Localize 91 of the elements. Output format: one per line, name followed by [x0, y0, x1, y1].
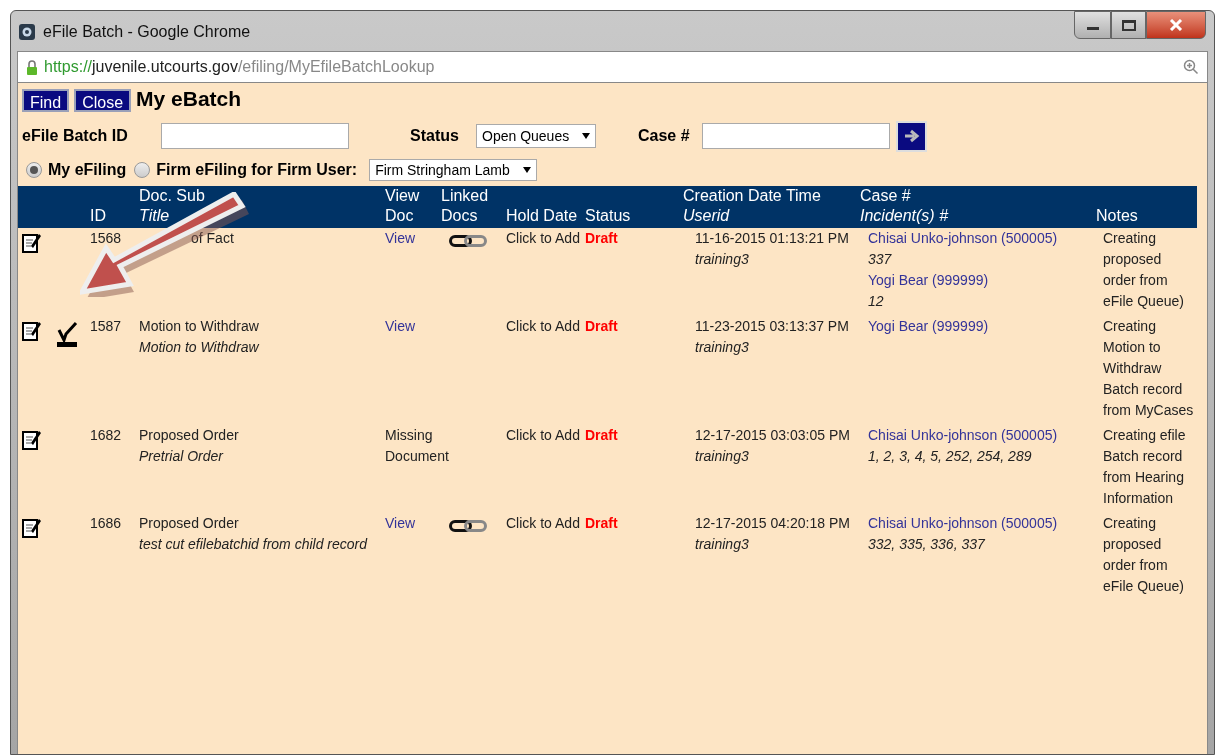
field-label: Status	[410, 126, 460, 146]
status-text: Draft	[585, 427, 618, 443]
radio-label: My eFiling	[48, 160, 127, 180]
doc-subtype: Proposed Order	[139, 427, 239, 443]
chain-link-icon[interactable]	[449, 520, 487, 532]
arrow-right-icon	[903, 129, 920, 143]
zoom-icon[interactable]	[1183, 59, 1199, 75]
id-cell: 1682	[90, 427, 122, 443]
firm-dropdown[interactable]: Firm Stringham Lamb	[369, 159, 538, 181]
hold-date-link[interactable]: Click to Add	[506, 427, 580, 443]
incidents: 1, 2, 3, 4, 5, 252, 254, 289	[868, 447, 1033, 466]
maximize-button[interactable]	[1111, 11, 1146, 39]
column-subheading: Incident(s) #	[860, 206, 950, 226]
hold-date-link[interactable]: Click to Add	[506, 230, 580, 246]
doc-subtype: Motion to Withdraw	[139, 318, 259, 334]
column-heading: Linked	[441, 186, 490, 206]
status-dropdown[interactable]: Open Queues	[476, 124, 596, 148]
case-link[interactable]: Chisai Unko-johnson (500005)	[868, 515, 1058, 531]
incidents: 332, 335, 336, 337	[868, 535, 986, 554]
radio-label: Firm eFiling for Firm User:	[156, 160, 358, 180]
case-link[interactable]: Chisai Unko-johnson (500005)	[868, 427, 1058, 443]
hold-date-link[interactable]: Click to Add	[506, 318, 580, 334]
column-subheading: Hold Date	[506, 206, 579, 226]
go-button[interactable]	[896, 120, 927, 152]
view-link[interactable]: View	[385, 515, 416, 531]
case-number-field[interactable]	[702, 123, 890, 149]
column-heading: View	[385, 186, 421, 206]
browser-logo-icon	[19, 24, 35, 40]
status-text: Draft	[585, 318, 618, 334]
radio-button[interactable]	[134, 162, 151, 178]
view-link[interactable]: View	[385, 318, 416, 334]
notes-text: Creating proposed order from eFile Queue)	[1103, 229, 1185, 311]
userid: training3	[695, 447, 750, 466]
chain-link-icon[interactable]	[449, 235, 487, 247]
status-text: Draft	[585, 515, 618, 531]
case-link[interactable]: Chisai Unko-johnson (500005)	[868, 230, 1058, 246]
userid: training3	[695, 338, 750, 357]
incidents: 12	[868, 292, 885, 311]
edit-document-icon[interactable]	[22, 232, 42, 254]
edit-document-icon[interactable]	[22, 429, 42, 451]
case-link[interactable]: Yogi Bear (999999)	[868, 272, 989, 288]
incidents: 337	[868, 250, 893, 269]
close-icon	[1169, 19, 1183, 31]
column-subheading: Notes	[1096, 206, 1139, 226]
column-subheading: Status	[585, 206, 632, 226]
doc-subtype: of Fact	[191, 230, 234, 246]
toolbar-button[interactable]: Close	[74, 89, 132, 112]
radio-button[interactable]	[26, 162, 42, 178]
column-heading: Case #	[860, 186, 912, 206]
field-label: eFile Batch ID	[22, 126, 129, 146]
notes-text: Creating Motion to Withdraw Batch record from MyCases	[1103, 317, 1195, 420]
caret-icon	[582, 133, 590, 139]
view-link[interactable]: View	[385, 230, 416, 246]
close-button[interactable]	[1146, 11, 1206, 39]
id-cell: 1587	[90, 318, 122, 334]
window-title: eFile Batch - Google Chrome	[43, 22, 251, 42]
column-subheading: Userid	[683, 206, 731, 226]
caret-icon	[523, 167, 532, 173]
id-cell: 1686	[90, 515, 122, 531]
doc-title: test cut efilebatchid from child record	[139, 535, 369, 554]
doc-subtype: Proposed Order	[139, 515, 239, 531]
column-heading: Creation Date Time	[683, 186, 822, 206]
doc-title: Motion to Withdraw	[139, 338, 260, 357]
case-link[interactable]: Yogi Bear (999999)	[868, 318, 989, 334]
status-text: Draft	[585, 230, 618, 246]
batch-id-field[interactable]	[161, 123, 349, 149]
lock-icon	[26, 59, 38, 75]
missing-document-text: Missing Document	[385, 427, 449, 464]
creation-date-time: 11-23-2015 03:13:37 PM	[695, 317, 850, 336]
notes-text: Creating proposed order from eFile Queue)	[1103, 514, 1185, 596]
column-heading: Doc. Sub	[139, 186, 206, 206]
page-heading: My eBatch	[136, 88, 242, 112]
field-label: Case #	[638, 126, 691, 146]
userid: training3	[695, 250, 750, 269]
creation-date-time: 11-16-2015 01:13:21 PM	[695, 229, 850, 248]
column-subheading: Doc	[385, 206, 415, 226]
column-subheading: Title	[139, 206, 171, 226]
column-subheading: ID	[90, 206, 107, 226]
edit-document-icon[interactable]	[22, 320, 42, 342]
toolbar-button[interactable]: Find	[22, 89, 70, 112]
doc-title: Pretrial Order	[139, 447, 225, 466]
creation-date-time: 12-17-2015 04:20:18 PM	[695, 514, 851, 533]
minimize-button[interactable]	[1074, 11, 1111, 39]
hold-date-link[interactable]: Click to Add	[506, 515, 580, 531]
stamp-icon[interactable]	[54, 320, 80, 348]
notes-text: Creating efile Batch record from Hearing Information	[1103, 426, 1187, 508]
edit-document-icon[interactable]	[22, 517, 42, 539]
column-subheading: Docs	[441, 206, 479, 226]
userid: training3	[695, 535, 750, 554]
id-cell: 1568	[90, 230, 122, 246]
creation-date-time: 12-17-2015 03:03:05 PM	[695, 426, 851, 445]
